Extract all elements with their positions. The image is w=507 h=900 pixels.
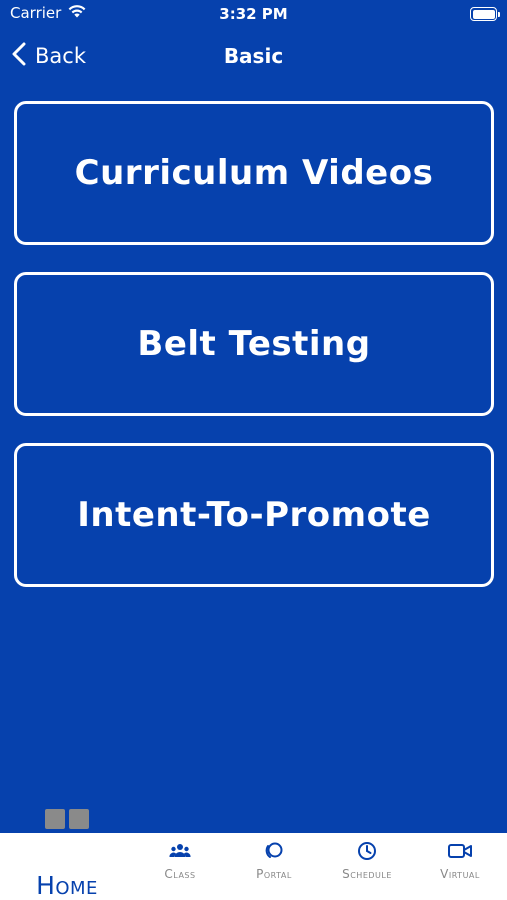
tab-schedule[interactable]: Schedule [330,833,404,900]
nav-bar: Back Basic [0,34,507,82]
status-time: 3:32 PM [219,5,288,23]
tab-portal[interactable]: Portal [244,833,304,900]
menu-button-label: Curriculum Videos [74,153,434,193]
belt-testing-button[interactable]: Belt Testing [14,272,494,416]
tab-home[interactable]: Home [28,833,106,900]
tab-bar: Home Class Portal Schedule Virtual [0,833,507,900]
curriculum-videos-button[interactable]: Curriculum Videos [14,101,494,245]
tab-virtual-label: Virtual [440,867,480,881]
battery-icon [470,7,500,21]
page-title: Basic [223,44,284,68]
status-bar: Carrier 3:32 PM [0,0,507,30]
tab-home-label: Home [36,871,98,900]
menu-list: Curriculum Videos Belt Testing Intent-To… [14,101,494,614]
tab-class[interactable]: Class [150,833,210,900]
clock-icon [357,842,377,860]
menu-button-label: Intent-To-Promote [77,495,431,535]
intent-to-promote-button[interactable]: Intent-To-Promote [14,443,494,587]
menu-button-label: Belt Testing [137,324,371,364]
tab-schedule-label: Schedule [342,867,392,881]
portal-icon [264,842,284,860]
tab-virtual[interactable]: Virtual [428,833,492,900]
video-icon [448,842,472,860]
tab-class-label: Class [164,867,196,881]
tab-portal-label: Portal [256,867,292,881]
group-icon [169,842,191,860]
